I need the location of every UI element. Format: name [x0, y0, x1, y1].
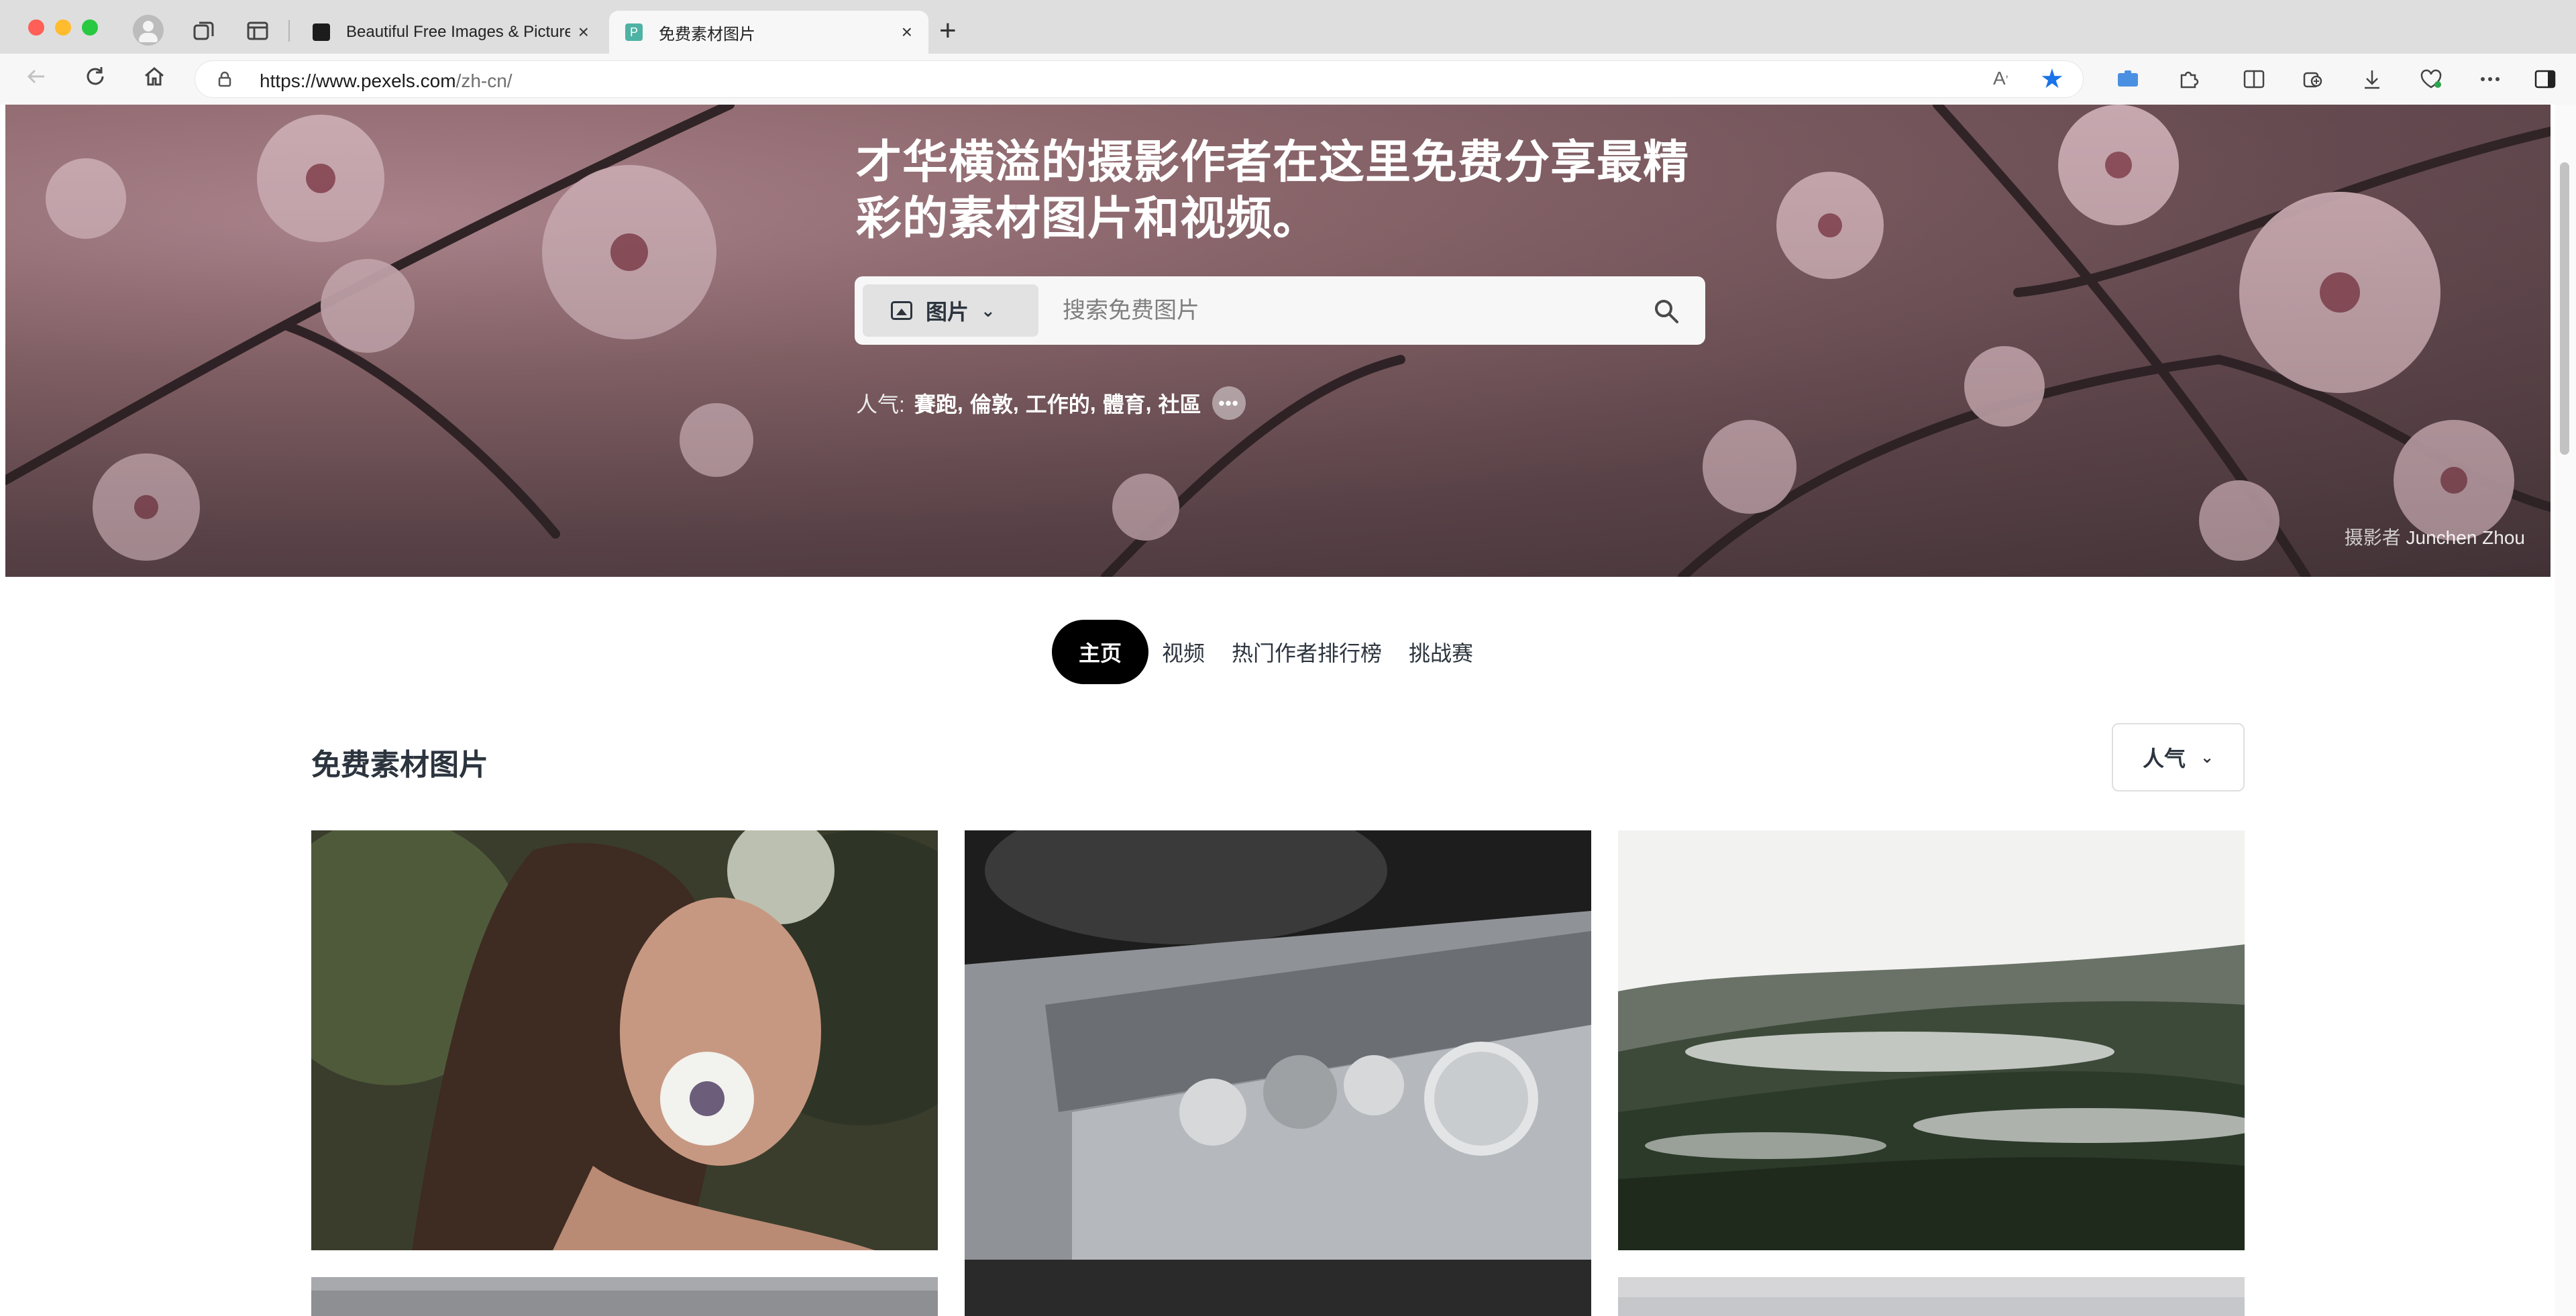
- tab-unsplash[interactable]: Beautiful Free Images & Pictures | Unspl…: [297, 11, 605, 54]
- chevron-down-icon: ⌄: [2200, 748, 2214, 767]
- nav-tab-leaderboard[interactable]: 热门作者排行榜: [1218, 620, 1395, 684]
- popular-tag[interactable]: 賽跑: [914, 388, 957, 419]
- sort-dropdown[interactable]: 人气 ⌄: [2112, 723, 2245, 791]
- chevron-down-icon: ⌄: [981, 300, 996, 321]
- extensions-puzzle-icon[interactable]: [2175, 66, 2202, 93]
- nav-tab-challenges[interactable]: 挑战赛: [1395, 620, 1487, 684]
- photo-card[interactable]: [965, 830, 1591, 1316]
- url-scheme: https://: [260, 70, 317, 91]
- page-scrollbar[interactable]: [2555, 105, 2576, 1316]
- tab-separator: [288, 20, 290, 42]
- downloads-icon[interactable]: [2359, 66, 2385, 93]
- favorite-star-icon[interactable]: ★: [2040, 64, 2064, 95]
- scrollbar-thumb[interactable]: [2560, 162, 2569, 455]
- photo-card[interactable]: [1618, 1277, 2245, 1316]
- photo-woman-flower: [311, 830, 938, 1250]
- address-bar[interactable]: https://www.pexels.com/zh-cn/ Aʼ ★: [195, 60, 2084, 98]
- new-tab-button[interactable]: +: [939, 16, 957, 46]
- popular-tag[interactable]: 社區: [1159, 388, 1201, 419]
- hero-banner: 才华横溢的摄影作者在这里免费分享最精彩的素材图片和视频。 图片 ⌄ 人气: 賽跑…: [5, 105, 2551, 577]
- browser-essentials-icon[interactable]: [2418, 66, 2445, 93]
- tab-close-icon[interactable]: ×: [578, 21, 589, 43]
- search-bar: 图片 ⌄: [855, 276, 1705, 345]
- photo-credit[interactable]: 摄影者 Junchen Zhou: [2345, 523, 2525, 550]
- collections-icon[interactable]: [2300, 66, 2326, 93]
- extension-icon[interactable]: [2114, 66, 2141, 93]
- hero-title: 才华横溢的摄影作者在这里免费分享最精彩的素材图片和视频。: [856, 137, 1690, 244]
- section-title: 免费素材图片: [311, 749, 488, 781]
- tab-title: 免费素材图片: [659, 25, 755, 44]
- search-type-label: 图片: [926, 300, 969, 324]
- window-close-button[interactable]: [28, 19, 44, 36]
- workspaces-icon[interactable]: [189, 17, 219, 44]
- tab-actions-icon[interactable]: [243, 17, 272, 44]
- popular-searches: 人气: 賽跑, 倫敦, 工作的, 體育, 社區 •••: [856, 386, 1246, 420]
- nav-tab-home[interactable]: 主页: [1052, 620, 1149, 684]
- window-minimize-button[interactable]: [55, 19, 71, 36]
- url-path: /zh-cn/: [455, 70, 513, 91]
- popular-tag[interactable]: 倫敦: [970, 388, 1013, 419]
- lock-icon[interactable]: [218, 71, 231, 87]
- url-text[interactable]: https://www.pexels.com/zh-cn/: [260, 70, 513, 92]
- credit-prefix: 摄影者: [2344, 527, 2401, 548]
- photo-ocean: [311, 1277, 938, 1316]
- more-menu-icon[interactable]: [2477, 66, 2504, 93]
- browser-chrome: Beautiful Free Images & Pictures | Unspl…: [0, 0, 2576, 105]
- photo-card[interactable]: [1618, 830, 2245, 1250]
- main-nav: 主页 视频 热门作者排行榜 挑战赛: [1052, 620, 1487, 684]
- popular-label: 人气:: [856, 392, 905, 417]
- unsplash-favicon-icon: [313, 23, 330, 41]
- photo-sky: [1618, 1277, 2245, 1316]
- more-tags-button[interactable]: •••: [1212, 386, 1246, 420]
- tab-close-icon[interactable]: ×: [902, 21, 912, 43]
- image-icon: [891, 301, 912, 320]
- tab-pexels[interactable]: P 免费素材图片 ×: [609, 11, 928, 54]
- photo-misty-mountains: [1618, 830, 2245, 1250]
- photo-card[interactable]: [311, 1277, 938, 1316]
- back-button[interactable]: [24, 64, 48, 95]
- search-input[interactable]: [1063, 292, 1626, 329]
- split-screen-icon[interactable]: [2241, 66, 2267, 93]
- pexels-favicon-icon: P: [625, 23, 643, 41]
- reload-button[interactable]: [83, 64, 107, 95]
- profile-avatar-icon[interactable]: [133, 15, 164, 46]
- search-type-dropdown[interactable]: 图片 ⌄: [863, 284, 1038, 337]
- url-host: www.pexels.com: [316, 70, 456, 91]
- credit-name[interactable]: Junchen Zhou: [2406, 527, 2525, 548]
- sidebar-toggle-icon[interactable]: [2532, 66, 2559, 93]
- nav-tab-videos[interactable]: 视频: [1148, 620, 1218, 684]
- popular-tag[interactable]: 體育: [1103, 388, 1146, 419]
- sort-label: 人气: [2142, 747, 2186, 771]
- popular-tag[interactable]: 工作的: [1026, 388, 1090, 419]
- read-aloud-icon[interactable]: Aʼ: [1993, 68, 2008, 89]
- window-zoom-button[interactable]: [82, 19, 98, 36]
- home-button[interactable]: [142, 64, 166, 95]
- photo-card[interactable]: [311, 830, 938, 1250]
- tab-title: Beautiful Free Images & Pictures | Unspl…: [346, 23, 570, 41]
- search-icon[interactable]: [1653, 298, 1680, 325]
- photo-espresso-machine: [965, 830, 1591, 1316]
